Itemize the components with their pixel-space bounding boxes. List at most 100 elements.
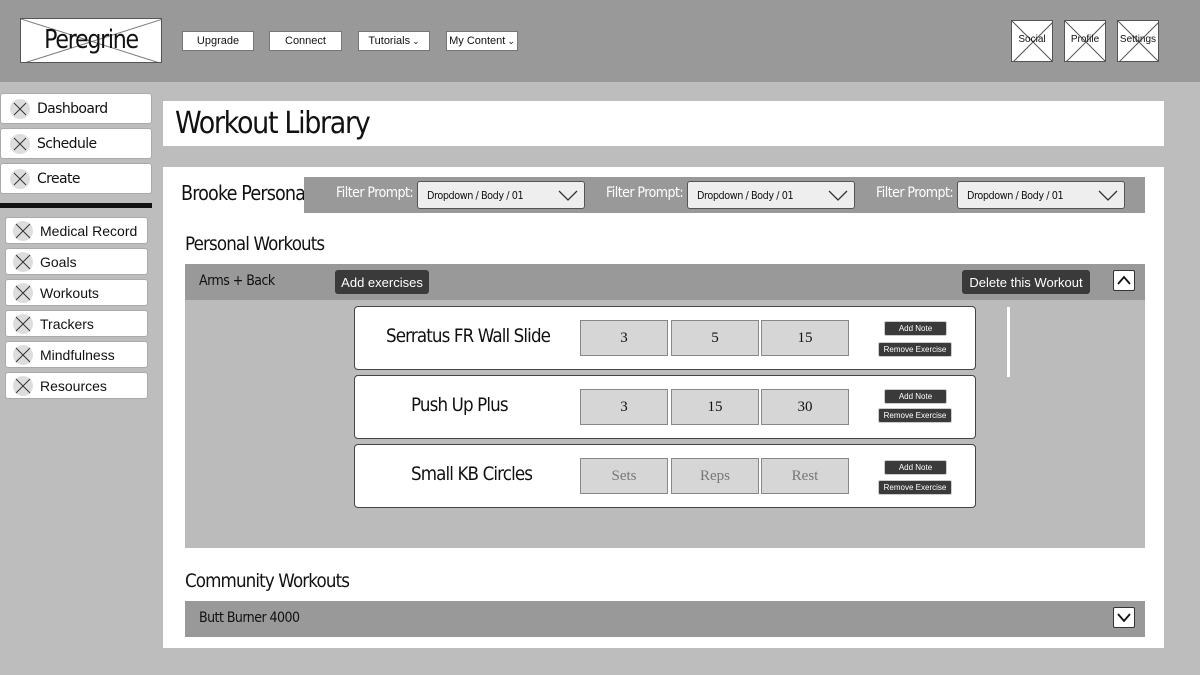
settings-button[interactable]: Settings: [1117, 20, 1159, 62]
exercise-name: Push Up Plus: [411, 394, 509, 416]
rest-value: 30: [797, 398, 813, 415]
reps-value: 5: [711, 329, 719, 346]
filter-prompt: Filter Prompt:: [606, 185, 684, 201]
chevron-down-icon: [1098, 190, 1118, 201]
social-label: Social: [1018, 34, 1046, 45]
page-title-bar: Workout Library: [163, 101, 1164, 146]
sidebar-item-medical-record[interactable]: Medical Record: [5, 217, 148, 244]
chevron-down-icon: ⌄: [507, 35, 515, 46]
connect-button[interactable]: Connect: [269, 31, 342, 51]
logo[interactable]: Peregrine: [20, 18, 162, 63]
sidebar-item-create[interactable]: Create: [0, 163, 152, 194]
workout-header[interactable]: Arms + Back Add exercises Delete this Wo…: [185, 264, 1145, 300]
top-header: Peregrine Upgrade Connect Tutorials ⌄ My …: [0, 0, 1200, 82]
filter-dropdown-value: Dropdown / Body / 01: [697, 189, 794, 202]
sets-field[interactable]: Sets: [580, 458, 668, 494]
upgrade-label: Upgrade: [196, 35, 240, 47]
upgrade-button[interactable]: Upgrade: [182, 31, 254, 51]
create-icon: [10, 168, 30, 189]
filter-bar: Filter Prompt: Dropdown / Body / 01 Filt…: [304, 177, 1145, 213]
connect-label: Connect: [285, 35, 326, 47]
tutorials-dropdown[interactable]: Tutorials ⌄: [358, 31, 430, 51]
add-note-button[interactable]: Add Note: [884, 321, 947, 336]
chevron-down-icon: [828, 190, 848, 201]
chevron-down-icon: ⌄: [412, 35, 420, 46]
remove-exercise-button[interactable]: Remove Exercise: [878, 408, 952, 423]
chevron-up-icon: [1117, 275, 1131, 285]
delete-workout-button[interactable]: Delete this Workout: [962, 270, 1090, 294]
mindfulness-icon: [13, 344, 33, 365]
workout-name: Arms + Back: [199, 273, 275, 289]
exercise-list-scrollbar[interactable]: [1007, 307, 1010, 377]
rest-field[interactable]: 30: [761, 389, 849, 425]
add-note-label: Add Note: [898, 463, 933, 472]
sidebar-item-label: Dashboard: [37, 100, 108, 117]
remove-exercise-button[interactable]: Remove Exercise: [878, 342, 952, 357]
add-note-label: Add Note: [898, 324, 933, 333]
my-content-dropdown[interactable]: My Content ⌄: [446, 31, 518, 51]
sidebar-item-trackers[interactable]: Trackers: [5, 310, 148, 337]
rest-value: 15: [797, 329, 813, 346]
settings-label: Settings: [1119, 34, 1157, 45]
sidebar-item-label: Resources: [40, 377, 107, 394]
personal-workouts-title: Personal Workouts: [185, 233, 325, 255]
community-workout-header[interactable]: Butt Burner 4000: [185, 601, 1145, 637]
main-panel: Brooke Persona Filter Prompt: Dropdown /…: [163, 167, 1164, 648]
reps-placeholder: Reps: [700, 467, 730, 484]
exercise-name: Serratus FR Wall Slide: [386, 325, 551, 347]
delete-workout-label: Delete this Workout: [969, 274, 1083, 290]
rest-placeholder: Rest: [791, 467, 819, 484]
profile-button[interactable]: Profile: [1064, 20, 1106, 62]
rest-field[interactable]: 15: [761, 320, 849, 356]
reps-field[interactable]: 5: [671, 320, 759, 356]
filter-dropdown-value: Dropdown / Body / 01: [427, 189, 524, 202]
workout-body: Serratus FR Wall Slide 3 5 15 Add Note R…: [185, 300, 1145, 548]
reps-field[interactable]: Reps: [671, 458, 759, 494]
sidebar-item-label: Trackers: [40, 315, 94, 332]
sets-value: 3: [620, 329, 628, 346]
add-note-button[interactable]: Add Note: [884, 460, 947, 475]
sidebar-item-resources[interactable]: Resources: [5, 372, 148, 399]
collapse-toggle[interactable]: [1113, 270, 1135, 291]
sidebar-divider: [0, 203, 152, 208]
sets-field[interactable]: 3: [580, 320, 668, 356]
logo-text: Peregrine: [44, 25, 139, 55]
filter-dropdown[interactable]: Dropdown / Body / 01: [957, 181, 1125, 209]
sidebar-item-schedule[interactable]: Schedule: [0, 128, 152, 159]
workouts-icon: [13, 282, 33, 303]
trackers-icon: [13, 313, 33, 334]
sidebar-item-label: Mindfulness: [40, 346, 115, 363]
filter-dropdown[interactable]: Dropdown / Body / 01: [417, 181, 585, 209]
persona-name: Brooke Persona: [181, 181, 306, 205]
exercise-name: Small KB Circles: [411, 463, 533, 485]
sets-value: 3: [620, 398, 628, 415]
remove-exercise-button[interactable]: Remove Exercise: [878, 480, 952, 495]
filter-prompt: Filter Prompt:: [876, 185, 954, 201]
expand-toggle[interactable]: [1113, 607, 1135, 628]
exercise-card: Serratus FR Wall Slide 3 5 15 Add Note R…: [354, 306, 976, 370]
schedule-icon: [10, 133, 30, 154]
sets-field[interactable]: 3: [580, 389, 668, 425]
chevron-down-icon: [558, 190, 578, 201]
reps-field[interactable]: 15: [671, 389, 759, 425]
workout-name: Butt Burner 4000: [199, 610, 300, 626]
sidebar-item-label: Create: [37, 170, 81, 187]
reps-value: 15: [707, 398, 723, 415]
sidebar-item-goals[interactable]: Goals: [5, 248, 148, 275]
add-exercises-button[interactable]: Add exercises: [335, 270, 429, 294]
sidebar-item-mindfulness[interactable]: Mindfulness: [5, 341, 148, 368]
sets-placeholder: Sets: [611, 467, 637, 484]
sidebar-item-workouts[interactable]: Workouts: [5, 279, 148, 306]
add-exercises-label: Add exercises: [341, 274, 423, 290]
filter-dropdown[interactable]: Dropdown / Body / 01: [687, 181, 855, 209]
dashboard-icon: [10, 98, 30, 119]
add-note-label: Add Note: [898, 392, 933, 401]
filter-dropdown-value: Dropdown / Body / 01: [967, 189, 1064, 202]
rest-field[interactable]: Rest: [761, 458, 849, 494]
my-content-label: My Content: [449, 35, 506, 47]
remove-exercise-label: Remove Exercise: [883, 483, 947, 492]
social-button[interactable]: Social: [1011, 20, 1053, 62]
medical-record-icon: [13, 220, 33, 241]
sidebar-item-dashboard[interactable]: Dashboard: [0, 93, 152, 124]
add-note-button[interactable]: Add Note: [884, 389, 947, 404]
